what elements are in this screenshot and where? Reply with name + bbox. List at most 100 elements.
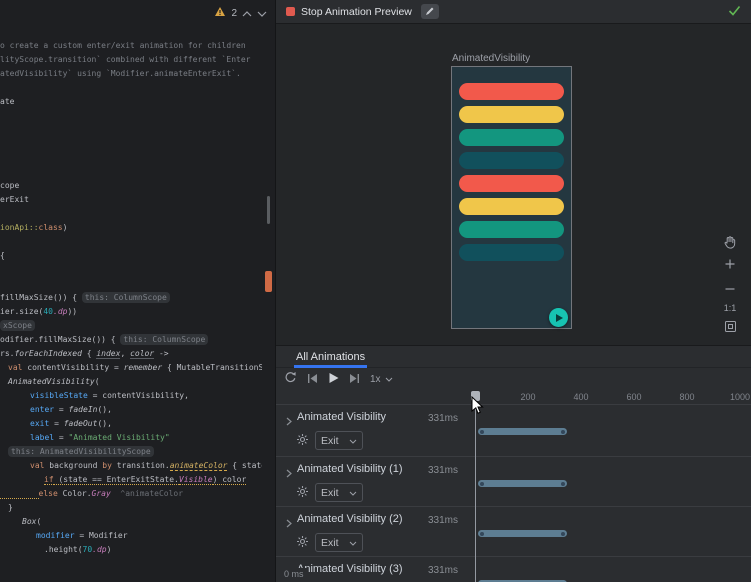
code-editor[interactable]: 2 o create a custom enter/exit animation… [0, 0, 275, 582]
skip-to-start-button[interactable] [307, 371, 318, 389]
timeline-ruler[interactable]: 2004006008001000 [276, 391, 751, 404]
code-token: enter [30, 405, 54, 414]
code-line: if (state == EnterExitState.Visible) col… [0, 473, 262, 487]
preview-frame [451, 66, 572, 329]
animation-track-bar[interactable] [478, 530, 567, 537]
code-token: .height( [44, 545, 83, 554]
code-token [0, 489, 39, 499]
preview-color-bar [459, 83, 564, 100]
animation-settings-gear-icon[interactable] [296, 433, 309, 451]
interactive-play-button[interactable] [549, 308, 568, 327]
playhead-handle[interactable] [471, 391, 480, 401]
code-line [0, 81, 262, 95]
code-token: fadeOut [64, 419, 98, 428]
code-token: Gray [92, 489, 111, 498]
code-line: label = "Animated Visibility" [0, 431, 262, 445]
animations-timeline-panel: All Animations [276, 345, 751, 582]
code-token: = contentVisibility, [88, 391, 189, 400]
pan-hand-button[interactable] [721, 238, 739, 252]
loop-playback-button[interactable] [284, 371, 297, 389]
animation-track-bar[interactable] [478, 428, 567, 435]
animation-settings-gear-icon[interactable] [296, 535, 309, 553]
preview-color-bar [459, 175, 564, 192]
zoom-actual-size-button[interactable]: 1:1 [721, 301, 739, 315]
code-line: .height(70.dp) [0, 543, 262, 557]
tab-label: All Animations [296, 351, 365, 363]
zoom-to-fit-button[interactable] [721, 322, 739, 336]
preview-device-label: AnimatedVisibility [452, 53, 530, 64]
code-line: xScope [0, 319, 262, 333]
build-success-check-icon [728, 3, 741, 21]
inspections-widget[interactable]: 2 [214, 4, 267, 22]
animation-settings-gear-icon[interactable] [296, 485, 309, 503]
code-token: index [96, 349, 120, 359]
playback-speed-selector[interactable]: 1x [370, 374, 393, 385]
state-dropdown[interactable]: Exit [315, 431, 363, 450]
zoom-controls: 1:1 [721, 238, 739, 336]
code-line: enter = fadeIn(), [0, 403, 262, 417]
play-button[interactable] [328, 371, 339, 389]
playback-toolbar: 1x [276, 368, 751, 391]
code-token: { MutableTransitionS [162, 363, 262, 372]
code-token: = [54, 433, 68, 442]
state-dropdown[interactable]: Exit [315, 483, 363, 502]
state-dropdown-value: Exit [321, 487, 339, 499]
play-icon [556, 314, 563, 322]
code-token: (), [97, 419, 111, 428]
state-dropdown[interactable]: Exit [315, 533, 363, 552]
code-token: (), [97, 405, 111, 414]
speed-label: 1x [370, 374, 381, 385]
code-line: lityScope.transition` combined with diff… [0, 53, 262, 67]
code-token: ^animateColor [120, 489, 183, 498]
code-line [0, 207, 262, 221]
stop-animation-preview-button[interactable]: Stop Animation Preview [286, 6, 412, 18]
code-token: { [0, 251, 5, 260]
animation-track-bar[interactable] [478, 480, 567, 487]
tab-all-animations[interactable]: All Animations [294, 346, 367, 368]
code-line [0, 123, 262, 137]
code-token: this: ColumnScope [120, 334, 208, 345]
warning-stripe-marker[interactable] [265, 271, 272, 292]
code-token: o create a custom enter/exit animation f… [0, 41, 246, 50]
code-line: AnimatedVisibility( [0, 375, 262, 389]
row-expand-chevron-icon[interactable] [286, 465, 292, 483]
code-token: AnimatedVisibility [8, 377, 95, 386]
chevron-down-icon [349, 435, 357, 447]
editor-scrollbar-thumb[interactable] [267, 196, 270, 224]
code-token: ionApi:: [0, 223, 39, 232]
code-token: fadeIn [69, 405, 98, 414]
timeline-row: Animated Visibility (3)331msExit [276, 556, 751, 582]
preview-color-bar [459, 129, 564, 146]
row-expand-chevron-icon[interactable] [286, 413, 292, 431]
hand-icon [723, 235, 737, 255]
animation-row-duration: 331ms [422, 515, 458, 526]
code-line [0, 109, 262, 123]
next-issue-chevron-down-icon[interactable] [257, 4, 267, 22]
code-line: ier.size(40.dp)) [0, 305, 262, 319]
warning-count: 2 [231, 8, 237, 19]
prev-issue-chevron-up-icon[interactable] [242, 4, 252, 22]
code-line: Box( [0, 515, 262, 529]
minus-icon [724, 278, 736, 296]
fit-screen-icon [724, 320, 737, 338]
timeline-tab-bar: All Animations [276, 346, 751, 368]
timeline-playhead[interactable] [475, 393, 476, 582]
preview-color-bar [459, 198, 564, 215]
code-token: xScope [0, 320, 35, 331]
code-line: { [0, 249, 262, 263]
chevron-down-icon [349, 537, 357, 549]
code-token: odifier.fillMaxSize()) { [0, 335, 120, 344]
skip-to-end-button[interactable] [349, 371, 360, 389]
code-token: )) [67, 307, 77, 316]
edit-animation-button[interactable] [421, 4, 439, 19]
stop-animation-label: Stop Animation Preview [301, 6, 412, 18]
zoom-out-button[interactable] [721, 280, 739, 294]
animation-row-title: Animated Visibility (2) [297, 513, 403, 525]
row-expand-chevron-icon[interactable] [286, 515, 292, 533]
zoom-in-button[interactable] [721, 259, 739, 273]
skip-start-icon [307, 371, 318, 389]
code-line [0, 235, 262, 249]
code-token: label [30, 433, 54, 442]
preview-canvas: AnimatedVisibility [276, 24, 751, 345]
ruler-label: 800 [679, 392, 694, 402]
